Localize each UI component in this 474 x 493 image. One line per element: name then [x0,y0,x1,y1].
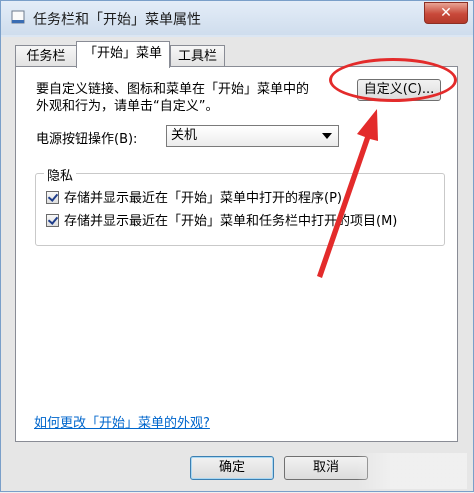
description-line-1: 要自定义链接、图标和菜单在「开始」菜单中的 [36,82,310,97]
recent-items-option[interactable]: 存储并显示最近在「开始」菜单和任务栏中打开的项目(M) [46,214,397,230]
properties-dialog: 任务栏和「开始」菜单属性 ✕ 任务栏 「开始」菜单 工具栏 要自定义链接、图标和… [0,0,474,492]
recent-programs-option[interactable]: 存储并显示最近在「开始」菜单中打开的程序(P) [46,191,342,207]
power-button-select[interactable]: 关机 [166,125,339,147]
tab-toolbars[interactable]: 工具栏 [170,45,225,66]
recent-items-label: 存储并显示最近在「开始」菜单和任务栏中打开的项目(M) [64,214,398,229]
tab-panel: 要自定义链接、图标和菜单在「开始」菜单中的 外观和行为，请单击“自定义”。 自定… [15,66,458,442]
customize-description: 要自定义链接、图标和菜单在「开始」菜单中的 外观和行为，请单击“自定义”。 [36,81,356,115]
window-title: 任务栏和「开始」菜单属性 [33,12,201,28]
watermark-fade [357,453,467,489]
power-button-value: 关机 [171,128,198,143]
cancel-button[interactable]: 取消 [284,456,368,480]
chevron-down-icon [322,133,332,139]
title-bar[interactable]: 任务栏和「开始」菜单属性 ✕ [1,1,473,35]
description-line-2: 外观和行为，请单击“自定义”。 [36,99,219,114]
tab-start-menu[interactable]: 「开始」菜单 [76,41,170,68]
ok-button[interactable]: 确定 [190,456,274,480]
recent-programs-label: 存储并显示最近在「开始」菜单中打开的程序(P) [64,191,342,206]
help-link[interactable]: 如何更改「开始」菜单的外观? [34,412,210,431]
taskbar-icon [11,10,25,24]
highlight-oval [329,58,457,102]
recent-items-checkbox[interactable] [46,214,59,227]
privacy-group: 隐私 存储并显示最近在「开始」菜单中打开的程序(P) 存储并显示最近在「开始」菜… [35,165,445,246]
recent-programs-checkbox[interactable] [46,191,59,204]
tab-taskbar[interactable]: 任务栏 [15,45,77,66]
close-button[interactable]: ✕ [424,2,468,24]
privacy-title: 隐私 [44,165,77,184]
power-button-label: 电源按钮操作(B): [36,132,138,147]
